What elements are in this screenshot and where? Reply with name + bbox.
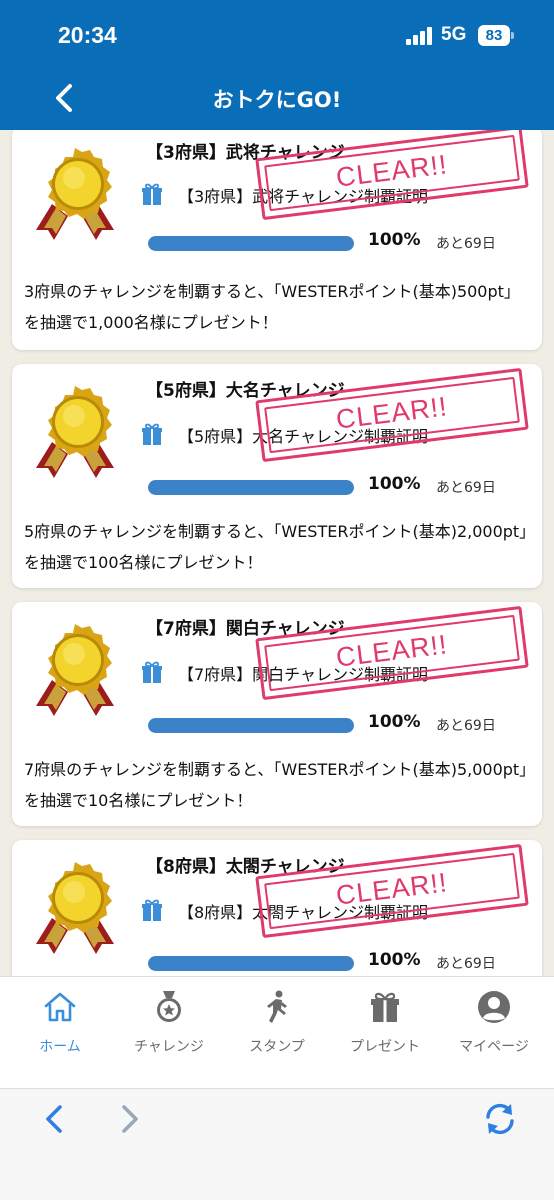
browser-back-button[interactable] [34, 1099, 74, 1139]
challenge-description: 3府県のチャレンジを制覇すると、「WESTERポイント(基本)500pt」を抽選… [24, 282, 520, 332]
progress-row: 100% あと69日 [148, 230, 528, 254]
tab-label: ホーム [39, 1039, 81, 1055]
gift-icon [140, 422, 164, 446]
progress-bar [148, 956, 354, 971]
tab-label: スタンプ [249, 1039, 305, 1055]
tab-mypage[interactable]: マイページ [439, 989, 549, 1069]
progress-bar [148, 236, 354, 251]
progress-percent: 100% [368, 230, 421, 250]
progress-percent: 100% [368, 712, 421, 732]
challenge-card[interactable]: 【5府県】大名チャレンジ 【5府県】大名チャレンジ制覇証明 100% あと69日… [12, 364, 542, 588]
user-icon [478, 991, 510, 1023]
network-label: 5G [441, 24, 467, 45]
signal-icon [406, 27, 434, 45]
progress-row: 100% あと69日 [148, 950, 528, 974]
page-title: おトクにGO! [212, 88, 342, 112]
home-icon [44, 992, 76, 1022]
walker-icon [267, 990, 287, 1023]
medal-icon [157, 991, 181, 1022]
gift-icon [140, 182, 164, 206]
tab-home[interactable]: ホーム [5, 989, 115, 1069]
progress-row: 100% あと69日 [148, 474, 528, 498]
medal-icon [32, 622, 118, 720]
battery-level: 83 [478, 25, 510, 46]
tab-label: プレゼント [350, 1039, 420, 1055]
tab-present[interactable]: プレゼント [330, 989, 440, 1069]
challenge-card[interactable]: 【7府県】関白チャレンジ 【7府県】関白チャレンジ制覇証明 100% あと69日… [12, 602, 542, 826]
progress-fill [148, 718, 354, 733]
gift-icon [140, 898, 164, 922]
reload-button[interactable] [480, 1099, 520, 1139]
challenge-description: 7府県のチャレンジを制覇すると、「WESTERポイント(基本)5,000pt」を… [24, 760, 528, 810]
gift-icon [140, 660, 164, 684]
days-left: あと69日 [436, 718, 496, 734]
app-header: 20:34 5G 83 おトクにGO! [0, 0, 554, 130]
challenge-description: 5府県のチャレンジを制覇すると、「WESTERポイント(基本)2,000pt」を… [24, 522, 528, 572]
progress-percent: 100% [368, 474, 421, 494]
browser-forward-button[interactable] [110, 1099, 150, 1139]
tab-label: マイページ [459, 1039, 529, 1055]
challenge-list: 【3府県】武将チャレンジ 【3府県】武将チャレンジ制覇証明 100% あと69日… [0, 130, 554, 976]
tab-challenge[interactable]: チャレンジ [114, 989, 224, 1069]
gift-icon [371, 992, 399, 1022]
tab-stamp[interactable]: スタンプ [222, 989, 332, 1069]
progress-bar [148, 718, 354, 733]
progress-percent: 100% [368, 950, 421, 970]
battery-icon: 83 [478, 25, 514, 46]
chevron-left-icon [46, 1105, 62, 1133]
tab-label: チャレンジ [134, 1039, 204, 1055]
challenge-card[interactable]: 【8府県】太閤チャレンジ 【8府県】太閤チャレンジ制覇証明 100% あと69日… [12, 840, 542, 976]
status-bar: 20:34 5G 83 [0, 0, 554, 70]
progress-bar [148, 480, 354, 495]
medal-icon [32, 384, 118, 482]
days-left: あと69日 [436, 956, 496, 972]
browser-toolbar [0, 1088, 554, 1200]
bottom-tab-bar: ホーム チャレンジ スタンプ プレゼント マイページ [0, 976, 554, 1088]
challenge-card[interactable]: 【3府県】武将チャレンジ 【3府県】武将チャレンジ制覇証明 100% あと69日… [12, 130, 542, 350]
days-left: あと69日 [436, 480, 496, 496]
chevron-right-icon [122, 1105, 138, 1133]
days-left: あと69日 [436, 236, 496, 252]
medal-icon [32, 860, 118, 958]
progress-row: 100% あと69日 [148, 712, 528, 736]
medal-icon [32, 146, 118, 244]
reload-icon [486, 1103, 514, 1135]
progress-fill [148, 236, 354, 251]
status-time: 20:34 [58, 22, 117, 48]
progress-fill [148, 480, 354, 495]
progress-fill [148, 956, 354, 971]
